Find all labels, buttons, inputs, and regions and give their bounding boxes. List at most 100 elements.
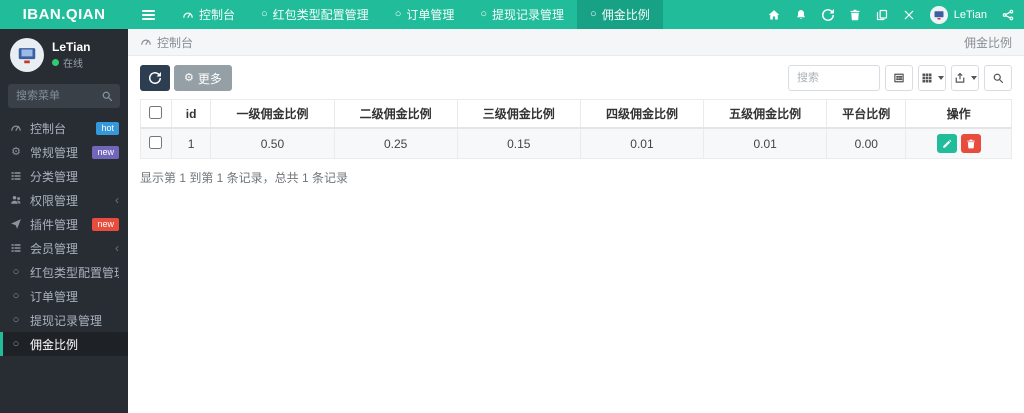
column-header-level3[interactable]: 三级佣金比例	[456, 99, 581, 129]
tab-label: 红包类型配置管理	[272, 8, 369, 22]
sidebar-item-orders[interactable]: ○ 订单管理	[0, 284, 128, 308]
panel: ⚙更多 id 一级佣金比例 二级佣金比例 三级佣金比例 四级佣金比例 五	[128, 56, 1024, 195]
user-name: LeTian	[953, 8, 987, 21]
gears-icon: ⚙	[11, 145, 21, 158]
column-header-level5[interactable]: 五级佣金比例	[703, 99, 828, 129]
dashboard-icon	[9, 122, 23, 134]
column-header-level2[interactable]: 二级佣金比例	[333, 99, 458, 129]
user-menu[interactable]: LeTian	[929, 5, 987, 24]
sidebar-menu: 控制台 hot ⚙ 常规管理 new 分类管理 权限管理 ‹ 插件管理 new …	[0, 116, 128, 356]
paper-plane-icon	[9, 218, 23, 230]
tab-redpacket-config[interactable]: ○ 红包类型配置管理	[248, 0, 382, 29]
page-title: 佣金比例	[963, 35, 1012, 50]
share-icon[interactable]	[1002, 9, 1014, 21]
sidebar-item-withdraw-records[interactable]: ○ 提现记录管理	[0, 308, 128, 332]
topbar-actions: LeTian	[758, 0, 1024, 29]
dashboard-icon	[182, 9, 194, 21]
column-header-actions: 操作	[905, 99, 1012, 129]
tab-label: 订单管理	[406, 8, 455, 22]
column-header-id[interactable]: id	[170, 99, 212, 129]
commission-table: id 一级佣金比例 二级佣金比例 三级佣金比例 四级佣金比例 五级佣金比例 平台…	[140, 99, 1012, 159]
sidebar-item-dashboard[interactable]: 控制台 hot	[0, 116, 128, 140]
trash-icon[interactable]	[849, 9, 861, 21]
copy-icon[interactable]	[876, 9, 888, 21]
sidebar-item-members[interactable]: 会员管理 ‹	[0, 236, 128, 260]
columns-button[interactable]	[918, 65, 946, 91]
chevron-left-icon: ‹	[115, 193, 119, 207]
delete-button[interactable]	[960, 134, 981, 153]
search-icon	[101, 90, 113, 102]
row-checkbox[interactable]	[149, 135, 163, 149]
tab-label: 控制台	[199, 8, 236, 22]
cell-platform-ratio: 0.00	[826, 127, 907, 159]
refresh-icon[interactable]	[821, 8, 834, 21]
tab-commission-ratio[interactable]: ○ 佣金比例	[577, 0, 663, 29]
sidebar-user-status: 在线	[52, 55, 90, 70]
circle-icon: ○	[261, 8, 268, 20]
tab-orders[interactable]: ○ 订单管理	[382, 0, 468, 29]
edit-button[interactable]	[936, 134, 957, 153]
main-content: 控制台 佣金比例 ⚙更多 id 一级佣金比例	[128, 29, 1024, 413]
sidebar-item-commission-ratio[interactable]: ○ 佣金比例	[0, 332, 128, 356]
circle-icon: ○	[590, 8, 597, 20]
bell-icon[interactable]	[795, 9, 807, 21]
online-dot-icon	[52, 59, 59, 66]
breadcrumb-label: 控制台	[157, 35, 194, 50]
column-header-level1[interactable]: 一级佣金比例	[210, 99, 335, 129]
pagination-summary: 显示第 1 到第 1 条记录，总共 1 条记录	[140, 171, 349, 185]
list-icon	[9, 170, 23, 182]
top-tabs: 控制台 ○ 红包类型配置管理 ○ 订单管理 ○ 提现记录管理 ○ 佣金比例	[128, 0, 758, 29]
caret-down-icon	[937, 76, 944, 80]
export-button[interactable]	[951, 65, 979, 91]
breadcrumb: 控制台 佣金比例	[128, 29, 1024, 56]
new-badge: new	[92, 145, 119, 159]
fullscreen-icon[interactable]	[903, 9, 915, 21]
sidebar: LeTian 在线 控制台 hot ⚙ 常规管理 new 分类管理 权限管理 ‹	[0, 29, 128, 413]
sidebar-toggle-icon[interactable]	[128, 0, 169, 29]
sidebar-item-plugins[interactable]: 插件管理 new	[0, 212, 128, 236]
sidebar-user-panel[interactable]: LeTian 在线	[0, 29, 128, 82]
home-icon[interactable]	[768, 9, 780, 21]
circle-icon: ○	[394, 8, 402, 20]
tab-withdraw-records[interactable]: ○ 提现记录管理	[467, 0, 577, 29]
select-all-checkbox[interactable]	[149, 105, 163, 119]
table-search-input[interactable]	[788, 65, 880, 91]
top-navbar: IBAN.QIAN 控制台 ○ 红包类型配置管理 ○ 订单管理 ○ 提现记录管理…	[0, 0, 1024, 29]
sidebar-item-permissions[interactable]: 权限管理 ‹	[0, 188, 128, 212]
table-toolbar: ⚙ 更多	[140, 65, 1012, 91]
cell-level2-ratio: 0.25	[333, 127, 458, 159]
chevron-left-icon: ‹	[115, 241, 119, 255]
app-logo: IBAN.QIAN	[22, 6, 106, 23]
list-icon	[9, 242, 23, 254]
new-badge: new	[92, 217, 119, 231]
user-avatar	[929, 5, 948, 24]
circle-icon: ○	[12, 266, 20, 278]
cell-level4-ratio: 0.01	[579, 127, 705, 159]
sidebar-item-category[interactable]: 分类管理	[0, 164, 128, 188]
circle-icon: ○	[12, 314, 20, 326]
sidebar-item-redpacket-config[interactable]: ○ 红包类型配置管理	[0, 260, 128, 284]
refresh-button[interactable]	[140, 65, 170, 91]
cell-level3-ratio: 0.15	[456, 127, 581, 159]
table-row: 1 0.50 0.25 0.15 0.01 0.01 0.00	[140, 127, 1012, 159]
menu-search	[8, 84, 120, 108]
circle-icon: ○	[12, 290, 20, 302]
column-header-level4[interactable]: 四级佣金比例	[579, 99, 705, 129]
sidebar-user-name: LeTian	[52, 40, 91, 54]
tab-dashboard[interactable]: 控制台	[169, 0, 248, 29]
hot-badge: hot	[96, 121, 119, 135]
users-icon	[9, 194, 23, 206]
detail-view-button[interactable]	[885, 65, 913, 91]
gear-icon: ⚙	[184, 71, 194, 84]
circle-icon: ○	[480, 8, 488, 20]
cell-level1-ratio: 0.50	[210, 127, 335, 159]
dashboard-icon	[140, 36, 152, 48]
more-button[interactable]: ⚙ 更多	[174, 65, 232, 91]
search-button[interactable]	[984, 65, 1012, 91]
sidebar-avatar	[10, 38, 44, 72]
caret-down-icon	[970, 76, 977, 80]
sidebar-item-general[interactable]: ⚙ 常规管理 new	[0, 140, 128, 164]
cell-id: 1	[170, 127, 212, 159]
tab-label: 提现记录管理	[492, 8, 565, 22]
column-header-platform[interactable]: 平台比例	[826, 99, 907, 129]
